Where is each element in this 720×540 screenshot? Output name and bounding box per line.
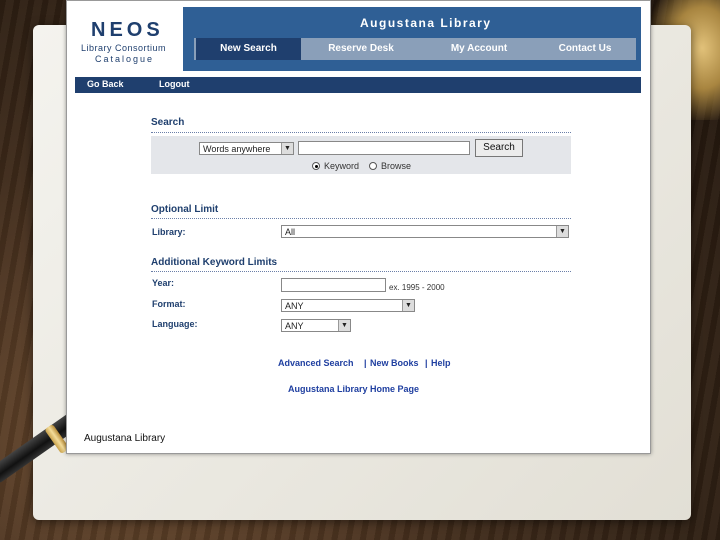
- browse-radio[interactable]: [369, 162, 377, 170]
- search-scope-select[interactable]: Words anywhere ▼: [199, 142, 294, 155]
- chevron-down-icon: ▼: [556, 226, 568, 237]
- language-select[interactable]: ANY ▼: [281, 319, 351, 332]
- tab-my-account[interactable]: My Account: [424, 38, 534, 60]
- optional-limit-title: Optional Limit: [151, 204, 219, 215]
- chevron-down-icon: ▼: [402, 300, 414, 311]
- format-label: Format:: [152, 299, 186, 309]
- search-section-title: Search: [151, 117, 185, 128]
- search-input[interactable]: [298, 141, 470, 155]
- tab-reserve-desk[interactable]: Reserve Desk: [306, 38, 416, 60]
- format-select-value: ANY: [285, 301, 304, 311]
- search-divider: [151, 132, 571, 133]
- keyword-radio-label: Keyword: [324, 161, 360, 171]
- logo-catalogue: Catalogue: [95, 54, 155, 64]
- search-button[interactable]: Search: [475, 139, 523, 157]
- library-label: Library:: [152, 227, 186, 237]
- chevron-down-icon: ▼: [338, 320, 350, 331]
- year-hint: ex. 1995 - 2000: [389, 283, 445, 292]
- go-back-link[interactable]: Go Back: [87, 79, 124, 89]
- format-select[interactable]: ANY ▼: [281, 299, 415, 312]
- tab-contact-us[interactable]: Contact Us: [534, 38, 636, 60]
- browse-radio-label: Browse: [381, 161, 412, 171]
- language-label: Language:: [152, 319, 198, 329]
- year-input[interactable]: [281, 278, 386, 292]
- library-title: Augustana Library: [360, 16, 492, 30]
- new-books-link[interactable]: New Books: [370, 358, 419, 368]
- additional-limits-divider: [151, 271, 571, 272]
- link-separator: |: [364, 358, 367, 368]
- chevron-down-icon: ▼: [281, 143, 293, 154]
- neos-logo: NEOS Library Consortium Catalogue: [75, 7, 183, 71]
- nav-tabbar: New Search Reserve Desk My Account Conta…: [194, 38, 636, 60]
- optional-limit-divider: [151, 218, 571, 219]
- search-scope-value: Words anywhere: [203, 144, 271, 154]
- logout-link[interactable]: Logout: [159, 79, 190, 89]
- sub-navigation: Go Back Logout: [75, 77, 641, 93]
- language-select-value: ANY: [285, 321, 304, 331]
- library-select[interactable]: All ▼: [281, 225, 569, 238]
- header-bar: NEOS Library Consortium Catalogue August…: [75, 7, 641, 71]
- advanced-search-link[interactable]: Advanced Search: [278, 358, 354, 368]
- keyword-radio[interactable]: [312, 162, 320, 170]
- logo-brand: NEOS: [91, 19, 164, 41]
- home-page-link[interactable]: Augustana Library Home Page: [288, 384, 419, 394]
- link-separator: |: [425, 358, 428, 368]
- year-label: Year:: [152, 278, 175, 288]
- footer-library-name: Augustana Library: [84, 433, 166, 444]
- tab-new-search[interactable]: New Search: [196, 38, 301, 60]
- additional-limits-title: Additional Keyword Limits: [151, 257, 278, 268]
- catalogue-window: NEOS Library Consortium Catalogue August…: [66, 0, 651, 454]
- logo-subtitle: Library Consortium: [81, 43, 167, 53]
- library-select-value: All: [285, 227, 296, 237]
- help-link[interactable]: Help: [431, 358, 451, 368]
